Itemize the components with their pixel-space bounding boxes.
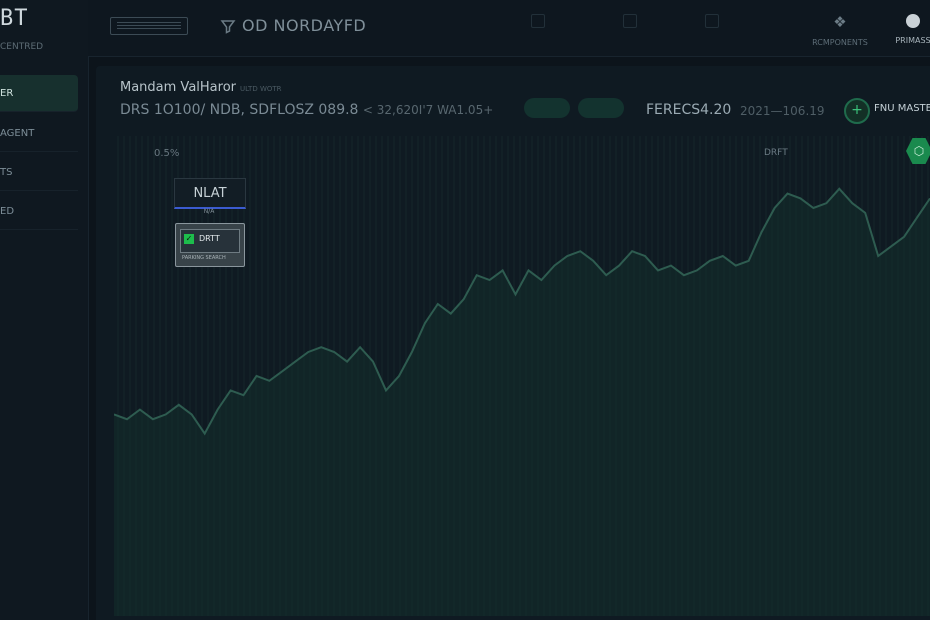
stats-line: DRS 1O100/ NDB, SDFLOSZ 089.8 < 32,620I'… bbox=[120, 102, 494, 118]
sidebar-item-label: TS bbox=[0, 166, 13, 178]
menu-icon[interactable] bbox=[110, 17, 188, 35]
panel-title: Mandam ValHaror ULTD WOTR bbox=[120, 80, 282, 95]
sidebar: BT CENTRED ER AGENT TS ED bbox=[0, 0, 89, 620]
selector-box[interactable]: NLAT bbox=[174, 178, 246, 209]
app-logo-subtitle: CENTRED bbox=[0, 42, 44, 52]
sidebar-item-er[interactable]: ER bbox=[0, 75, 78, 112]
status-chip[interactable] bbox=[578, 98, 624, 118]
user-label: PRIMASS bbox=[895, 36, 930, 45]
sidebar-item-ed[interactable]: ED bbox=[0, 193, 78, 230]
selector-card-sub: PARKING SEARCH bbox=[182, 255, 226, 261]
chart-percent-label: 0.5% bbox=[154, 148, 180, 159]
status-chip[interactable] bbox=[524, 98, 570, 118]
range-value: 2021—106.19 bbox=[740, 104, 825, 118]
sidebar-item-ts[interactable]: TS bbox=[0, 154, 78, 191]
chart-drift-label: DRFT bbox=[764, 148, 788, 158]
sidebar-item-agent[interactable]: AGENT bbox=[0, 115, 78, 152]
add-button[interactable]: + bbox=[844, 98, 870, 124]
selector-card[interactable]: ✓ DRTT PARKING SEARCH bbox=[175, 223, 245, 267]
faded-nav-item[interactable] bbox=[705, 14, 720, 45]
selector-sub: N/A bbox=[203, 208, 215, 215]
stats-tail: < 32,620I'7 WA1.05+ bbox=[362, 103, 494, 117]
components-label: RCMPONENTS bbox=[812, 38, 868, 47]
faded-nav-item[interactable] bbox=[623, 14, 638, 45]
add-button-label: FNU MASTE bbox=[874, 103, 930, 114]
sidebar-item-label: AGENT bbox=[0, 127, 35, 139]
price-value: FERECS4.20 bbox=[646, 102, 732, 118]
faded-nav-item[interactable] bbox=[531, 14, 546, 45]
sidebar-item-label: ED bbox=[0, 205, 15, 217]
filter-icon[interactable] bbox=[220, 18, 236, 34]
components-nav[interactable]: ❖ RCMPONENTS bbox=[810, 14, 870, 49]
app-title: OD NORDAYFD bbox=[242, 16, 367, 35]
main-panel: Mandam ValHaror ULTD WOTR DRS 1O100/ NDB,… bbox=[96, 66, 930, 620]
panel-subtitle: ULTD WOTR bbox=[240, 85, 282, 93]
app-logo: BT bbox=[0, 6, 29, 31]
sidebar-item-label: ER bbox=[0, 87, 14, 99]
selector-card-label: DRTT bbox=[199, 234, 220, 243]
network-icon: ❖ bbox=[833, 13, 847, 31]
top-bar: OD NORDAYFD ❖ RCMPONENTS PRIMASS bbox=[88, 0, 930, 57]
plus-icon: + bbox=[851, 102, 863, 118]
check-icon: ✓ bbox=[184, 234, 194, 244]
user-avatar-icon bbox=[906, 14, 920, 28]
user-menu[interactable]: PRIMASS bbox=[888, 14, 930, 47]
